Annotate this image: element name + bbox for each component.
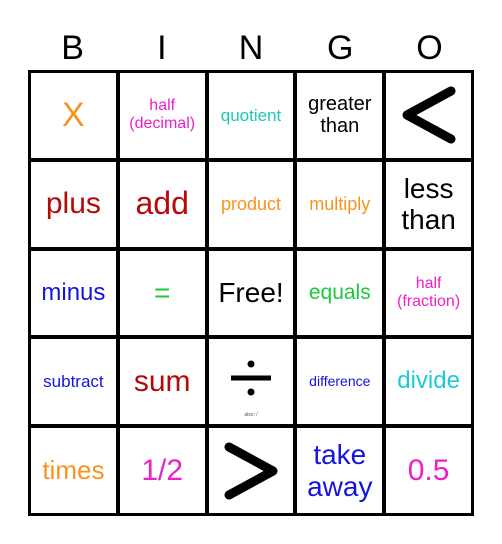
cell-label: difference — [309, 372, 371, 389]
cell-label: times — [42, 455, 105, 486]
cell-label: half (fraction) — [397, 275, 461, 310]
cell-label: half (decimal) — [129, 97, 196, 133]
cell-label: Free! — [218, 277, 284, 309]
cell-label: divide — [397, 367, 460, 395]
cell-label: sum — [133, 364, 191, 398]
bingo-cell[interactable]: sum — [119, 339, 205, 425]
cell-label: subtract — [43, 372, 104, 392]
bingo-cell[interactable]: 1/2 — [119, 428, 205, 513]
bingo-cell[interactable]: = — [119, 250, 205, 336]
cell-label: quotient — [220, 105, 282, 125]
bingo-cell[interactable]: multiply — [297, 161, 383, 247]
bingo-cell[interactable]: divide — [386, 339, 471, 425]
cell-label: greater than — [308, 93, 372, 138]
cell-label: plus — [45, 187, 101, 221]
header-letter-g: G — [326, 29, 354, 67]
bingo-cell[interactable]: product — [208, 161, 294, 247]
bingo-cell[interactable]: 0.5 — [386, 428, 471, 513]
cell-label: minus — [41, 278, 106, 306]
header-letter-n: N — [238, 29, 264, 67]
cell-label: X — [62, 96, 85, 135]
bingo-cell[interactable]: times — [31, 428, 116, 513]
bingo-cell[interactable]: greater than — [297, 73, 383, 158]
bingo-cell[interactable]: subtract — [31, 339, 116, 425]
bingo-cell[interactable]: Free! — [208, 250, 294, 336]
cell-label: equals — [308, 281, 371, 305]
header-letter-b: B — [61, 29, 84, 67]
cell-label: 1/2 — [141, 453, 184, 487]
bingo-cell[interactable]: also: / — [208, 339, 294, 425]
bingo-cell[interactable]: half (decimal) — [119, 73, 205, 158]
bingo-cell[interactable]: equals — [297, 250, 383, 336]
bingo-cell[interactable]: X — [31, 73, 116, 158]
header-letter-i: I — [157, 29, 167, 67]
cell-label: multiply — [309, 194, 371, 215]
bingo-header: B I N G O — [28, 28, 474, 68]
bingo-cell[interactable] — [386, 73, 471, 158]
cell-label: add — [135, 185, 189, 222]
bingo-grid: Xhalf (decimal) quotient greater than plus a… — [28, 70, 474, 516]
bingo-cell[interactable]: less than — [386, 161, 471, 247]
cell-label: less than — [401, 172, 456, 236]
divide-icon — [229, 358, 273, 398]
cell-label: product — [220, 194, 282, 215]
cell-label: take away — [307, 439, 373, 502]
bingo-cell[interactable]: add — [119, 161, 205, 247]
bingo-cell[interactable]: half (fraction) — [386, 250, 471, 336]
header-letter-o: O — [416, 29, 443, 67]
cell-label: = — [154, 277, 171, 309]
bingo-cell[interactable] — [208, 428, 294, 513]
bingo-cell[interactable]: take away — [297, 428, 383, 513]
greater-than-icon — [221, 439, 281, 503]
bingo-cell[interactable]: plus — [31, 161, 116, 247]
bingo-cell[interactable]: minus — [31, 250, 116, 336]
bingo-cell[interactable]: difference — [297, 339, 383, 425]
cell-label: 0.5 — [407, 453, 450, 487]
cell-note: also: / — [244, 411, 258, 418]
less-than-icon — [397, 83, 461, 147]
bingo-cell[interactable]: quotient — [208, 73, 294, 158]
